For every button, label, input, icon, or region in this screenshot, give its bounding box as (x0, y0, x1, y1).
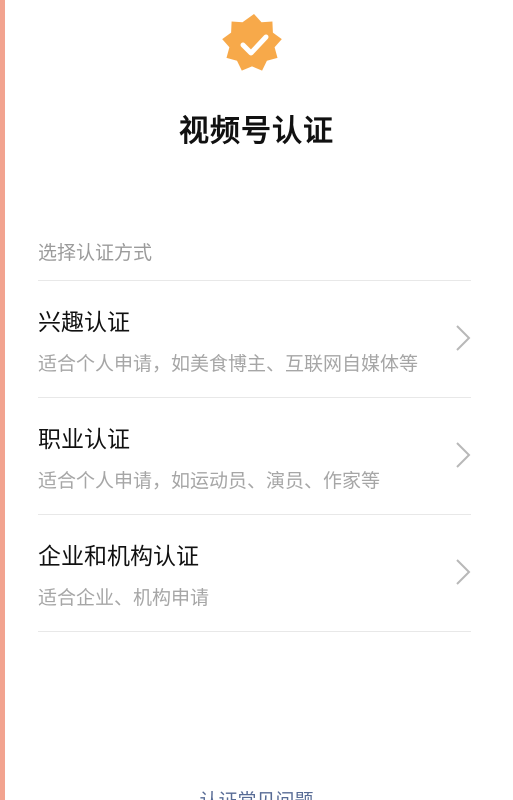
section-header: 选择认证方式 (38, 242, 153, 264)
verification-page: 视频号认证 选择认证方式 兴趣认证 适合个人申请，如美食博主、互联网自媒体等 职… (0, 0, 513, 800)
faq-link[interactable]: 认证常见问题 (0, 786, 513, 800)
option-title: 企业和机构认证 (38, 544, 199, 570)
page-title: 视频号认证 (179, 114, 334, 149)
option-description: 适合企业、机构申请 (38, 587, 210, 609)
option-enterprise-certification[interactable]: 企业和机构认证 适合企业、机构申请 (0, 515, 513, 631)
option-description: 适合个人申请，如运动员、演员、作家等 (38, 470, 381, 492)
verified-badge-icon (222, 14, 282, 71)
chevron-right-icon (456, 559, 471, 585)
option-title: 职业认证 (38, 427, 130, 453)
option-interest-certification[interactable]: 兴趣认证 适合个人申请，如美食博主、互联网自媒体等 (0, 281, 513, 397)
option-professional-certification[interactable]: 职业认证 适合个人申请，如运动员、演员、作家等 (0, 398, 513, 514)
option-description: 适合个人申请，如美食博主、互联网自媒体等 (38, 353, 419, 375)
divider (38, 631, 471, 632)
chevron-right-icon (456, 442, 471, 468)
chevron-right-icon (456, 325, 471, 351)
option-title: 兴趣认证 (38, 310, 130, 336)
